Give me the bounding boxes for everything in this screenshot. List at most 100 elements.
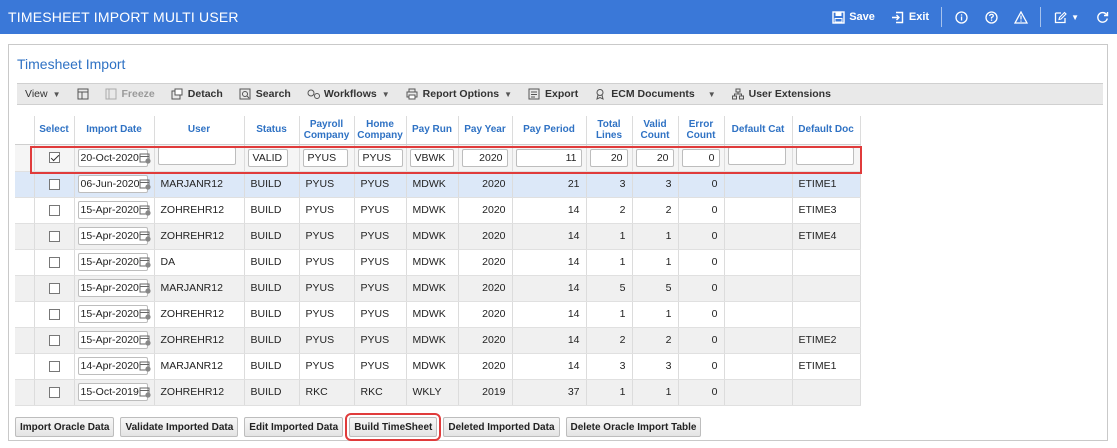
select-checkbox[interactable] bbox=[48, 230, 60, 242]
import-date-cell[interactable]: 14-Apr-2020 bbox=[74, 353, 155, 380]
select-cell[interactable] bbox=[34, 379, 75, 406]
user-input[interactable] bbox=[157, 147, 236, 165]
table-row[interactable]: 15-Apr-2020 ZOHREHR12 BUILD PYUS PYUS MDWK 202… bbox=[15, 223, 861, 250]
report-options-menu[interactable]: Report Options ▼ bbox=[398, 84, 520, 104]
import-date-field[interactable]: 15-Apr-2020 bbox=[77, 331, 151, 349]
default-doc-cell[interactable] bbox=[792, 144, 861, 172]
import-date-field[interactable]: 15-Apr-2020 bbox=[77, 201, 151, 219]
build-timesheet-button[interactable]: Build TimeSheet bbox=[345, 413, 442, 441]
select-checkbox[interactable] bbox=[48, 204, 60, 216]
column-header-default-cat[interactable]: Default Cat bbox=[724, 116, 793, 145]
export-button[interactable]: Export bbox=[520, 84, 586, 104]
import-date-cell[interactable]: 15-Apr-2020 bbox=[74, 327, 155, 354]
column-header-user[interactable]: User bbox=[154, 116, 245, 145]
calendar-icon[interactable] bbox=[139, 256, 151, 268]
table-row[interactable]: 15-Apr-2020 DA BUILD PYUS PYUS MDWK 2020 14 1 1 0 bbox=[15, 249, 861, 276]
pay-period-cell[interactable]: 11 bbox=[512, 144, 587, 172]
default-cat-cell[interactable] bbox=[724, 144, 793, 172]
table-row[interactable]: 14-Apr-2020 MARJANR12 BUILD PYUS PYUS MDWK 202… bbox=[15, 353, 861, 380]
home-company-input[interactable]: PYUS bbox=[357, 148, 403, 167]
pay-run-cell[interactable]: VBWK bbox=[406, 144, 459, 172]
column-header-status[interactable]: Status bbox=[244, 116, 300, 145]
select-cell[interactable] bbox=[34, 327, 75, 354]
pay-run-input[interactable]: VBWK bbox=[409, 148, 454, 167]
import-date-field[interactable]: 14-Apr-2020 bbox=[77, 357, 151, 375]
column-header-total-lines[interactable]: Total Lines bbox=[586, 116, 633, 145]
user-cell[interactable] bbox=[154, 144, 245, 172]
layout-button[interactable] bbox=[69, 84, 97, 104]
payroll-company-input[interactable]: PYUS bbox=[302, 148, 348, 167]
import-date-field[interactable]: 15-Apr-2020 bbox=[77, 305, 151, 323]
table-row[interactable]: 15-Oct-2019 ZOHREHR12 BUILD RKC RKC WKLY 2019 3… bbox=[15, 379, 861, 406]
column-header-pay-period[interactable]: Pay Period bbox=[512, 116, 587, 145]
select-cell[interactable] bbox=[34, 197, 75, 224]
table-row[interactable]: 15-Apr-2020 ZOHREHR12 BUILD PYUS PYUS MDWK 202… bbox=[15, 197, 861, 224]
select-checkbox[interactable] bbox=[48, 386, 60, 398]
status-input[interactable]: VALID bbox=[247, 148, 288, 167]
import-date-cell[interactable]: 15-Apr-2020 bbox=[74, 275, 155, 302]
validate-imported-data-button[interactable]: Validate Imported Data bbox=[120, 417, 239, 437]
valid-count-input[interactable]: 20 bbox=[635, 148, 674, 167]
import-date-cell[interactable]: 15-Apr-2020 bbox=[74, 197, 155, 224]
import-date-cell[interactable]: 06-Jun-2020 bbox=[74, 171, 155, 198]
delete-oracle-import-table-button[interactable]: Delete Oracle Import Table bbox=[565, 417, 702, 437]
select-cell[interactable] bbox=[34, 353, 75, 380]
user-extensions-button[interactable]: User Extensions bbox=[724, 84, 839, 104]
select-cell[interactable] bbox=[34, 249, 75, 276]
status-cell[interactable]: VALID bbox=[244, 144, 300, 172]
view-menu[interactable]: View ▼ bbox=[17, 84, 69, 104]
import-date-field[interactable]: 20-Oct-2020 bbox=[77, 148, 151, 167]
total-lines-cell[interactable]: 20 bbox=[586, 144, 633, 172]
import-date-cell[interactable]: 15-Apr-2020 bbox=[74, 223, 155, 250]
select-cell[interactable] bbox=[34, 144, 75, 172]
deleted-imported-data-button[interactable]: Deleted Imported Data bbox=[443, 417, 560, 437]
pay-period-input[interactable]: 11 bbox=[515, 148, 582, 167]
select-checkbox[interactable] bbox=[48, 308, 60, 320]
column-header-error-count[interactable]: Error Count bbox=[678, 116, 725, 145]
select-checkbox[interactable] bbox=[48, 178, 60, 190]
workflows-menu[interactable]: Workflows ▼ bbox=[299, 84, 398, 104]
select-checkbox[interactable] bbox=[48, 152, 60, 164]
pay-year-cell[interactable]: 2020 bbox=[458, 144, 513, 172]
column-header-pay-year[interactable]: Pay Year bbox=[458, 116, 513, 145]
import-date-field[interactable]: 06-Jun-2020 bbox=[77, 175, 152, 193]
table-row[interactable]: 15-Apr-2020 ZOHREHR12 BUILD PYUS PYUS MDWK 202… bbox=[15, 327, 861, 354]
import-date-cell[interactable]: 15-Oct-2019 bbox=[74, 379, 155, 406]
select-cell[interactable] bbox=[34, 301, 75, 328]
select-checkbox[interactable] bbox=[48, 334, 60, 346]
home-company-cell[interactable]: PYUS bbox=[354, 144, 407, 172]
select-checkbox[interactable] bbox=[48, 282, 60, 294]
calendar-icon[interactable] bbox=[139, 386, 151, 398]
import-date-field[interactable]: 15-Apr-2020 bbox=[77, 253, 151, 271]
calendar-icon[interactable] bbox=[139, 282, 151, 294]
freeze-button[interactable]: Freeze bbox=[97, 84, 163, 104]
pay-year-input[interactable]: 2020 bbox=[461, 148, 508, 167]
calendar-icon[interactable] bbox=[139, 178, 152, 190]
exit-button[interactable]: Exit bbox=[883, 0, 937, 34]
calendar-icon[interactable] bbox=[139, 152, 151, 164]
edit-imported-data-button[interactable]: Edit Imported Data bbox=[244, 417, 344, 437]
column-header-valid-count[interactable]: Valid Count bbox=[632, 116, 679, 145]
select-checkbox[interactable] bbox=[48, 256, 60, 268]
column-header-home-company[interactable]: Home Company bbox=[354, 116, 407, 145]
import-oracle-data-button[interactable]: Import Oracle Data bbox=[15, 417, 115, 437]
error-count-input[interactable]: 0 bbox=[681, 148, 720, 167]
total-lines-input[interactable]: 20 bbox=[589, 148, 628, 167]
column-header-payroll-company[interactable]: Payroll Company bbox=[299, 116, 355, 145]
error-count-cell[interactable]: 0 bbox=[678, 144, 725, 172]
payroll-company-cell[interactable]: PYUS bbox=[299, 144, 355, 172]
info-button[interactable] bbox=[946, 0, 976, 34]
column-header-pay-run[interactable]: Pay Run bbox=[406, 116, 459, 145]
column-header-import-date[interactable]: Import Date bbox=[74, 116, 155, 145]
import-date-cell[interactable]: 20-Oct-2020 bbox=[74, 144, 155, 172]
default-cat-input[interactable] bbox=[727, 147, 786, 165]
valid-count-cell[interactable]: 20 bbox=[632, 144, 679, 172]
edit-menu-button[interactable]: ▼ bbox=[1045, 0, 1087, 34]
calendar-icon[interactable] bbox=[139, 334, 151, 346]
table-row[interactable]: 15-Apr-2020 ZOHREHR12 BUILD PYUS PYUS MDWK 202… bbox=[15, 301, 861, 328]
select-cell[interactable] bbox=[34, 275, 75, 302]
table-row[interactable]: 15-Apr-2020 MARJANR12 BUILD PYUS PYUS MDWK 202… bbox=[15, 275, 861, 302]
column-header-default-doc[interactable]: Default Doc bbox=[792, 116, 861, 145]
select-cell[interactable] bbox=[34, 171, 75, 198]
save-button[interactable]: Save bbox=[823, 0, 883, 34]
